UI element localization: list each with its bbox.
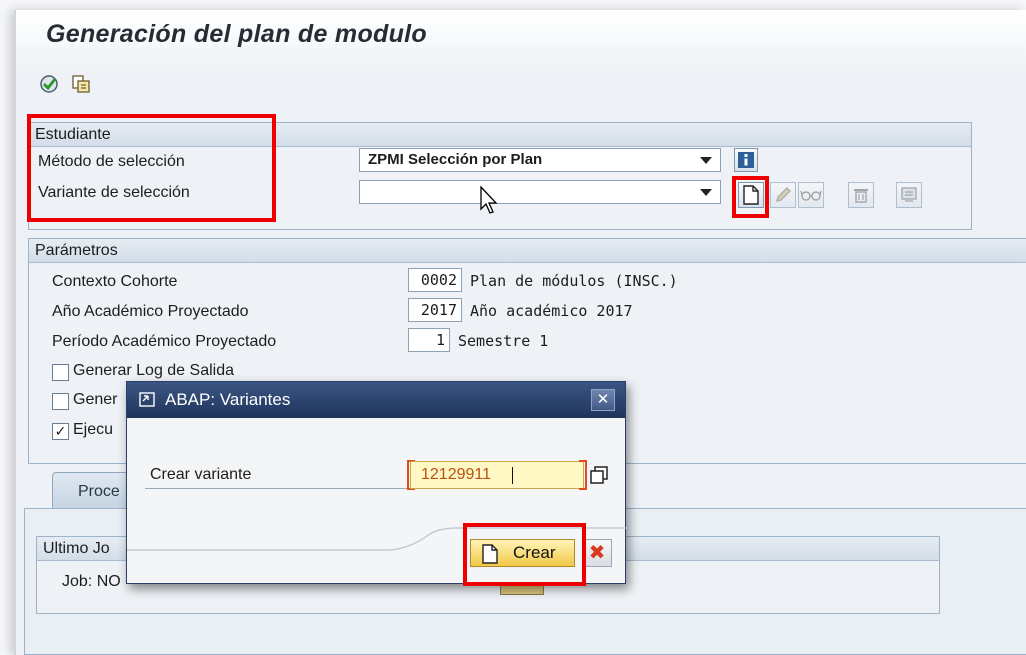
field-bracket-right: [579, 460, 587, 490]
crear-variante-label: Crear variante: [150, 466, 252, 483]
dialog-window-icon: [139, 392, 155, 407]
application-toolbar: [38, 70, 92, 98]
metodo-select[interactable]: ZPMI Selección por Plan: [359, 148, 721, 172]
metodo-label: Método de selección: [38, 153, 185, 170]
crear-variante-input[interactable]: 12129911: [410, 461, 584, 489]
estudiante-group: Estudiante: [28, 122, 972, 230]
gener-label: Gener: [73, 391, 118, 408]
metodo-value: ZPMI Selección por Plan: [368, 151, 543, 168]
variantes-dialog: ABAP: Variantes ✕ Crear variante 1212991…: [126, 381, 627, 584]
execute-button[interactable]: [38, 73, 60, 95]
multiple-selection-button[interactable]: [589, 465, 609, 485]
tab-procesamiento-label: Proce: [78, 483, 120, 500]
parametros-heading: Parámetros: [29, 239, 1026, 263]
save-screen-icon: [901, 187, 917, 202]
title-bar: Generación del plan de modulo: [16, 10, 1026, 70]
ejecu-checkbox[interactable]: ✓: [52, 423, 69, 440]
anio-text: Año académico 2017: [470, 302, 633, 320]
edit-variant-button[interactable]: [770, 182, 796, 208]
job-button-partial[interactable]: [500, 585, 544, 595]
log-label: Generar Log de Salida: [73, 362, 234, 379]
info-button[interactable]: [734, 148, 758, 172]
job-text: Job: NO: [62, 573, 121, 590]
anio-label: Año Académico Proyectado: [52, 303, 249, 320]
save-variant-button[interactable]: [896, 182, 922, 208]
log-checkbox[interactable]: [52, 364, 69, 381]
contexto-input[interactable]: 0002: [408, 268, 462, 292]
ejecu-label: Ejecu: [73, 421, 114, 438]
copy-window-icon: [590, 466, 608, 484]
copy-button[interactable]: [70, 73, 92, 95]
periodo-label: Período Académico Proyectado: [52, 333, 277, 350]
gener-checkbox[interactable]: [52, 393, 69, 410]
contexto-text: Plan de módulos (INSC.): [470, 272, 678, 290]
trash-icon: [854, 189, 868, 203]
new-document-icon: [482, 544, 498, 564]
periodo-input[interactable]: 1: [408, 328, 450, 352]
glasses-icon: [800, 190, 822, 201]
anio-input[interactable]: 2017: [408, 298, 462, 322]
copy-icon: [72, 75, 90, 93]
chevron-down-icon: [700, 189, 712, 196]
sap-screen: Generación del plan de modulo Estudiante…: [14, 10, 1026, 655]
delete-variant-button[interactable]: [848, 182, 874, 208]
display-variant-button[interactable]: [798, 182, 824, 208]
cancel-button[interactable]: ✖: [582, 539, 612, 567]
dialog-close-button[interactable]: ✕: [591, 389, 615, 411]
pencil-icon: [776, 187, 791, 202]
page-title: Generación del plan de modulo: [46, 20, 427, 48]
chevron-down-icon: [700, 157, 712, 164]
dialog-title: ABAP: Variantes: [165, 390, 291, 409]
execute-icon: [40, 75, 58, 93]
periodo-text: Semestre 1: [458, 332, 549, 350]
info-icon: [738, 152, 754, 168]
contexto-label: Contexto Cohorte: [52, 273, 178, 290]
close-icon: ✕: [596, 391, 610, 408]
dialog-title-bar: ABAP: Variantes ✕: [127, 382, 625, 418]
mouse-cursor-icon: [480, 186, 498, 214]
estudiante-heading: Estudiante: [29, 123, 971, 147]
crear-button[interactable]: Crear: [470, 539, 575, 567]
variante-label: Variante de selección: [38, 184, 190, 201]
new-document-icon: [743, 185, 759, 205]
variante-select[interactable]: [359, 180, 721, 204]
field-underline: [145, 488, 407, 489]
cancel-icon: ✖: [588, 542, 606, 564]
crear-button-label: Crear: [513, 543, 556, 562]
create-variant-button[interactable]: [738, 182, 764, 208]
